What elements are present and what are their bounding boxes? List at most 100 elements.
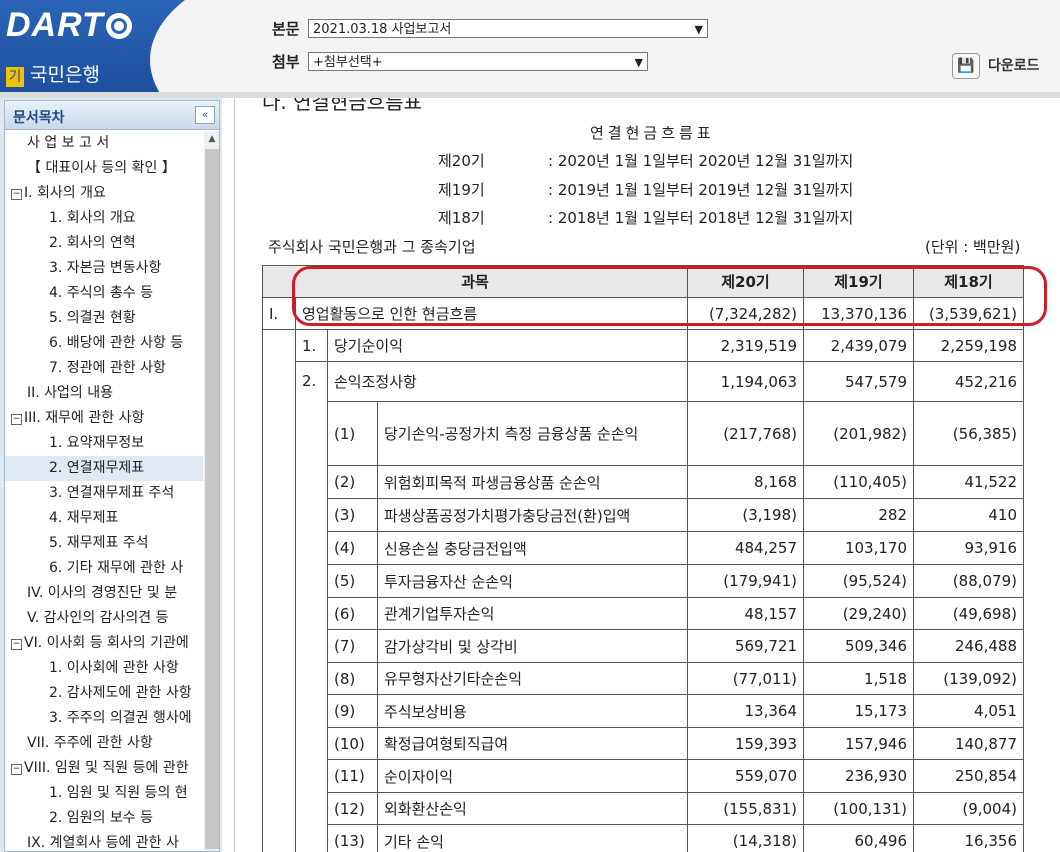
attach-select-value: +첨부선택+ bbox=[313, 55, 383, 70]
cell-value: (77,011) bbox=[687, 662, 804, 695]
row-number: (10) bbox=[327, 727, 378, 760]
row-label: 기타 손익 bbox=[377, 824, 688, 852]
sidebar: 문서목차 « 사 업 보 고 서 【 대표이사 등의 확인 】 − I. 회사의 개요… bbox=[0, 98, 222, 852]
toc-item[interactable]: 3. 주주의 의결권 행사에 bbox=[5, 706, 203, 731]
cell-value: 48,157 bbox=[687, 597, 804, 630]
row-label: 당기손익-공정가치 측정 금융상품 순손익 bbox=[377, 401, 688, 466]
toc-item[interactable]: 1. 요약재무정보 bbox=[5, 431, 203, 456]
cell-value: 569,721 bbox=[687, 629, 804, 663]
body-select-value: 2021.03.18 사업보고서 bbox=[313, 22, 452, 37]
toc-item[interactable]: 4. 주식의 총수 등 bbox=[5, 281, 203, 306]
cell-value: 2,439,079 bbox=[803, 329, 914, 362]
toc-item[interactable]: 3. 연결재무제표 주석 bbox=[5, 481, 203, 506]
cell-value: 559,070 bbox=[687, 759, 804, 793]
toc-item-label: 5. 재무제표 주석 bbox=[49, 535, 149, 551]
cell-value: 103,170 bbox=[803, 531, 914, 565]
toc-item-label: III. 재무에 관한 사항 bbox=[24, 410, 145, 426]
row-number: (7) bbox=[327, 629, 378, 663]
row-number: (6) bbox=[327, 597, 378, 630]
cell-value: (201,982) bbox=[803, 401, 914, 466]
row-number: (2) bbox=[327, 465, 378, 499]
toc-item[interactable]: 【 대표이사 등의 확인 】 bbox=[5, 156, 203, 181]
row-label: 순이자이익 bbox=[377, 759, 688, 793]
cell-value: 4,051 bbox=[913, 694, 1024, 728]
company-label: 국민은행 bbox=[30, 64, 100, 86]
toc-item[interactable]: 사 업 보 고 서 bbox=[5, 131, 203, 156]
toc-item[interactable]: − VIII. 임원 및 직원 등에 관한 bbox=[5, 756, 203, 781]
period-term: 제20기 bbox=[438, 152, 485, 170]
scrollbar-thumb[interactable] bbox=[205, 149, 219, 849]
row-label: 신용손실 충당금전입액 bbox=[377, 531, 688, 565]
cell-value: 236,930 bbox=[803, 759, 914, 793]
download-button[interactable]: 💾 다운로드 bbox=[952, 53, 1040, 79]
company-line: 주식회사 국민은행과 그 종속기업 bbox=[268, 238, 476, 256]
toc-item[interactable]: 5. 의결권 현황 bbox=[5, 306, 203, 331]
toc-item[interactable]: 1. 이사회에 관한 사항 bbox=[5, 656, 203, 681]
collapse-tree-icon[interactable]: − bbox=[11, 639, 22, 650]
collapse-icon[interactable]: « bbox=[195, 106, 215, 124]
table-row: (12) 외화환산손익 (155,831) (100,131) (9,004) bbox=[263, 792, 1024, 825]
table-row: (10) 확정급여형퇴직급여 159,393 157,946 140,877 bbox=[263, 727, 1024, 760]
toc-item[interactable]: − VI. 이사회 등 회사의 기관에 bbox=[5, 631, 203, 656]
toc-item-label: 2. 임원의 보수 등 bbox=[49, 810, 153, 826]
toc-item[interactable]: 6. 배당에 관한 사항 등 bbox=[5, 331, 203, 356]
row-number: I. bbox=[262, 297, 296, 330]
toc-item[interactable]: 2. 회사의 연혁 bbox=[5, 231, 203, 256]
indent-cell bbox=[262, 329, 296, 852]
toc-scrollbar[interactable]: ▲ bbox=[204, 131, 219, 851]
cell-value: 159,393 bbox=[687, 727, 804, 760]
toc-item-label: IX. 계열회사 등에 관한 사 bbox=[27, 835, 179, 851]
row-label: 유무형자산기타순손익 bbox=[377, 662, 688, 695]
row-label: 당기순이익 bbox=[327, 329, 688, 362]
toc-item[interactable]: 7. 정관에 관한 사항 bbox=[5, 356, 203, 381]
cell-value: 60,496 bbox=[803, 824, 914, 852]
toc-item[interactable]: − III. 재무에 관한 사항 bbox=[5, 406, 203, 431]
toc-item[interactable]: 6. 기타 재무에 관한 사 bbox=[5, 556, 203, 581]
cell-value: 13,364 bbox=[687, 694, 804, 728]
attach-select[interactable]: +첨부선택+ ▼ bbox=[308, 52, 648, 71]
toc-item[interactable]: 2. 감사제도에 관한 사항 bbox=[5, 681, 203, 706]
dart-logo[interactable]: DART bbox=[6, 6, 132, 45]
cell-value: 410 bbox=[913, 498, 1024, 532]
table-row: 2. 손익조정사항 1,194,063 547,579 452,216 bbox=[263, 361, 1024, 852]
toc-item[interactable]: − I. 회사의 개요 bbox=[5, 181, 203, 206]
section-heading: 다. 연결현금흐름표 bbox=[262, 98, 422, 114]
toc-item-label: II. 사업의 내용 bbox=[27, 385, 114, 401]
row-number: (13) bbox=[327, 824, 378, 852]
cell-value: (100,131) bbox=[803, 792, 914, 825]
table-row: (1) 당기손익-공정가치 측정 금융상품 순손익 (217,768) (201,98… bbox=[263, 401, 1024, 466]
toc-item[interactable]: IV. 이사의 경영진단 및 분 bbox=[5, 581, 203, 606]
collapse-tree-icon[interactable]: − bbox=[11, 414, 22, 425]
collapse-tree-icon[interactable]: − bbox=[11, 764, 22, 775]
toc-item[interactable]: 2. 연결재무제표 bbox=[5, 456, 203, 481]
cell-value: 93,916 bbox=[913, 531, 1024, 565]
row-label: 손익조정사항 bbox=[327, 361, 688, 402]
company-name: 기 국민은행 bbox=[6, 60, 100, 87]
row-label: 투자금융자산 순손익 bbox=[377, 564, 688, 598]
cell-value: (56,385) bbox=[913, 401, 1024, 466]
toc-item[interactable]: 3. 자본금 변동사항 bbox=[5, 256, 203, 281]
toc-item[interactable]: 2. 임원의 보수 등 bbox=[5, 806, 203, 831]
period-range: : 2020년 1월 1일부터 2020년 12월 31일까지 bbox=[548, 152, 854, 170]
toc-item[interactable]: V. 감사인의 감사의견 등 bbox=[5, 606, 203, 631]
toc-item[interactable]: 4. 재무제표 bbox=[5, 506, 203, 531]
cell-value: 509,346 bbox=[803, 629, 914, 663]
toc-item[interactable]: 1. 회사의 개요 bbox=[5, 206, 203, 231]
table-row: (3) 파생상품공정가치평가충당금전(환)입액 (3,198) 282 410 bbox=[263, 498, 1024, 532]
toc-item[interactable]: 5. 재무제표 주석 bbox=[5, 531, 203, 556]
toc-item-label: 4. 재무제표 bbox=[49, 510, 119, 526]
toc-item[interactable]: II. 사업의 내용 bbox=[5, 381, 203, 406]
toc-item[interactable]: VII. 주주에 관한 사항 bbox=[5, 731, 203, 756]
body-select[interactable]: 2021.03.18 사업보고서 ▼ bbox=[308, 19, 708, 38]
toc-item-label: VI. 이사회 등 회사의 기관에 bbox=[24, 635, 189, 651]
cell-value: 1,194,063 bbox=[687, 361, 804, 402]
toc-item-label: 6. 기타 재무에 관한 사 bbox=[49, 560, 184, 576]
table-row: (13) 기타 손익 (14,318) 60,496 16,356 bbox=[263, 824, 1024, 852]
toc-item[interactable]: IX. 계열회사 등에 관한 사 bbox=[5, 831, 203, 851]
scroll-up-icon[interactable]: ▲ bbox=[204, 131, 219, 147]
table-row: (2) 위험회피목적 파생금융상품 순손익 8,168 (110,405) 41,522 bbox=[263, 465, 1024, 499]
collapse-tree-icon[interactable]: − bbox=[11, 189, 22, 200]
toc-item-label: 1. 요약재무정보 bbox=[49, 435, 145, 451]
row-label: 감가상각비 및 상각비 bbox=[377, 629, 688, 663]
toc-item[interactable]: 1. 임원 및 직원 등의 현 bbox=[5, 781, 203, 806]
